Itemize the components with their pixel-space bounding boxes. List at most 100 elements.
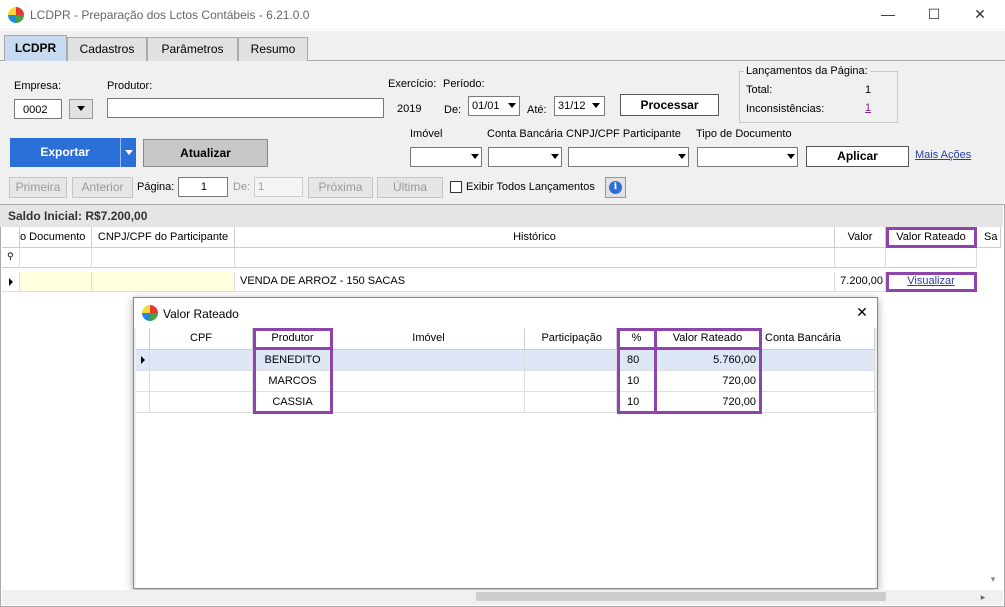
produtor-select[interactable]: [107, 98, 384, 118]
tab-lcdpr[interactable]: LCDPR: [4, 35, 67, 61]
conta-bancaria-select[interactable]: [488, 147, 562, 167]
rateio-row-indicator: [136, 350, 150, 371]
chevron-down-icon: [125, 150, 133, 155]
rateio-column-imovel[interactable]: Imóvel: [333, 328, 525, 350]
filter-historico[interactable]: [235, 248, 835, 268]
filter-valor-rateado[interactable]: [886, 248, 977, 268]
rateio-cell-participacao[interactable]: [525, 392, 617, 413]
exportar-button[interactable]: Exportar: [10, 138, 120, 167]
rateio-cell-conta[interactable]: [762, 371, 875, 392]
anterior-button[interactable]: Anterior: [72, 177, 133, 198]
atualizar-button[interactable]: Atualizar: [143, 139, 268, 167]
rateio-cell-valor[interactable]: 720,00: [657, 371, 762, 392]
info-button[interactable]: i: [605, 177, 626, 198]
column-valor-rateado[interactable]: Valor Rateado: [886, 227, 977, 248]
info-icon: i: [609, 181, 622, 194]
scroll-right-icon[interactable]: ▸: [968, 590, 998, 605]
horizontal-scroll-thumb[interactable]: [476, 592, 886, 601]
cnpj-participante-label: CNPJ/CPF Participante: [566, 128, 681, 140]
dialog-title-bar: [134, 298, 877, 328]
cell-cnpj[interactable]: [92, 272, 235, 292]
rateio-cell-percent[interactable]: 10: [617, 371, 657, 392]
rateio-cell-conta[interactable]: [762, 350, 875, 371]
rateio-column-participacao[interactable]: Participação: [525, 328, 617, 350]
aplicar-button[interactable]: Aplicar: [806, 146, 909, 167]
chevron-down-icon: [77, 106, 85, 111]
rateio-cell-produtor[interactable]: MARCOS: [253, 371, 333, 392]
produtor-label: Produtor:: [107, 80, 153, 92]
rateio-cell-participacao[interactable]: [525, 350, 617, 371]
rateio-cell-percent[interactable]: 10: [617, 392, 657, 413]
column-historico[interactable]: Histórico: [235, 227, 835, 248]
column-saldo[interactable]: Sa: [977, 227, 1001, 248]
chevron-down-icon: [551, 154, 559, 159]
rateio-column-produtor[interactable]: Produtor: [253, 328, 333, 350]
rateio-cell-imovel[interactable]: [333, 371, 525, 392]
row-indicator-header: [2, 227, 20, 248]
rateio-cell-participacao[interactable]: [525, 371, 617, 392]
rateio-cell-cpf[interactable]: [150, 371, 253, 392]
imovel-label: Imóvel: [410, 128, 443, 140]
rateio-cell-conta[interactable]: [762, 392, 875, 413]
periodo-label: Período:: [443, 78, 485, 90]
cnpj-participante-select[interactable]: [568, 147, 689, 167]
cell-valor-rateado[interactable]: Visualizar: [886, 272, 977, 292]
saldo-inicial: Saldo Inicial: R$7.200,00: [0, 205, 1003, 227]
column-cnpj-participante[interactable]: CNPJ/CPF do Participante: [92, 227, 235, 248]
valor-rateado-dialog: Valor Rateado ✕ CPF Produtor Imóvel Part…: [133, 297, 878, 589]
rateio-cell-imovel[interactable]: [333, 392, 525, 413]
pagina-label: Página:: [137, 181, 175, 193]
scroll-down-icon[interactable]: ▾: [986, 570, 1000, 588]
minimize-button[interactable]: —: [865, 0, 911, 30]
rateio-cell-produtor[interactable]: BENEDITO: [253, 350, 333, 371]
exibir-todos-checkbox[interactable]: [450, 181, 462, 193]
empresa-label: Empresa:: [14, 80, 62, 92]
column-documento[interactable]: o Documento: [20, 227, 92, 248]
rateio-column-conta-bancaria[interactable]: Conta Bancária: [762, 328, 875, 350]
close-button[interactable]: ✕: [957, 0, 1003, 30]
processar-button[interactable]: Processar: [620, 94, 719, 116]
tipo-documento-select[interactable]: [697, 147, 798, 167]
filter-cnpj[interactable]: [92, 248, 235, 268]
ultima-button[interactable]: Última: [377, 177, 443, 198]
cell-documento[interactable]: [20, 272, 92, 292]
exportar-dropdown-button[interactable]: [120, 138, 136, 167]
tab-parametros[interactable]: Parâmetros: [147, 37, 238, 61]
empresa-field[interactable]: 0002: [14, 99, 62, 119]
tipo-documento-label: Tipo de Documento: [696, 128, 792, 140]
rateio-row-indicator: [136, 392, 150, 413]
filter-documento[interactable]: [20, 248, 92, 268]
cell-valor[interactable]: 7.200,00: [835, 272, 886, 292]
chevron-down-icon: [471, 154, 479, 159]
rateio-cell-percent[interactable]: 80: [617, 350, 657, 371]
rateio-cell-imovel[interactable]: [333, 350, 525, 371]
rateio-column-cpf[interactable]: CPF: [150, 328, 253, 350]
lancamentos-title: Lançamentos da Página:: [744, 65, 870, 77]
rateio-cell-valor[interactable]: 5.760,00: [657, 350, 762, 371]
inconsistencias-label: Inconsistências:: [746, 103, 825, 115]
rateio-cell-cpf[interactable]: [150, 350, 253, 371]
mais-acoes-link[interactable]: Mais Ações: [915, 149, 971, 161]
rateio-cell-valor[interactable]: 720,00: [657, 392, 762, 413]
filter-valor[interactable]: [835, 248, 886, 268]
rateio-cell-cpf[interactable]: [150, 392, 253, 413]
primeira-button[interactable]: Primeira: [9, 177, 67, 198]
rateio-cell-produtor[interactable]: CASSIA: [253, 392, 333, 413]
tab-cadastros[interactable]: Cadastros: [67, 37, 147, 61]
cell-historico[interactable]: VENDA DE ARROZ - 150 SACAS: [235, 272, 835, 292]
empresa-dropdown-button[interactable]: [69, 99, 93, 119]
imovel-select[interactable]: [410, 147, 482, 167]
tab-resumo[interactable]: Resumo: [238, 37, 308, 61]
inconsistencias-link[interactable]: 1: [865, 102, 871, 114]
visualizar-link[interactable]: Visualizar: [907, 275, 955, 287]
proxima-button[interactable]: Próxima: [308, 177, 373, 198]
dialog-close-button[interactable]: ✕: [850, 304, 874, 322]
pagina-input[interactable]: 1: [178, 177, 228, 197]
rateio-column-percent[interactable]: %: [617, 328, 657, 350]
app-logo-icon: [142, 305, 158, 321]
de-label: De:: [444, 104, 462, 116]
chevron-down-icon: [787, 154, 795, 159]
column-valor[interactable]: Valor: [835, 227, 886, 248]
rateio-column-valor-rateado[interactable]: Valor Rateado: [654, 328, 762, 350]
maximize-button[interactable]: ☐: [911, 0, 957, 30]
